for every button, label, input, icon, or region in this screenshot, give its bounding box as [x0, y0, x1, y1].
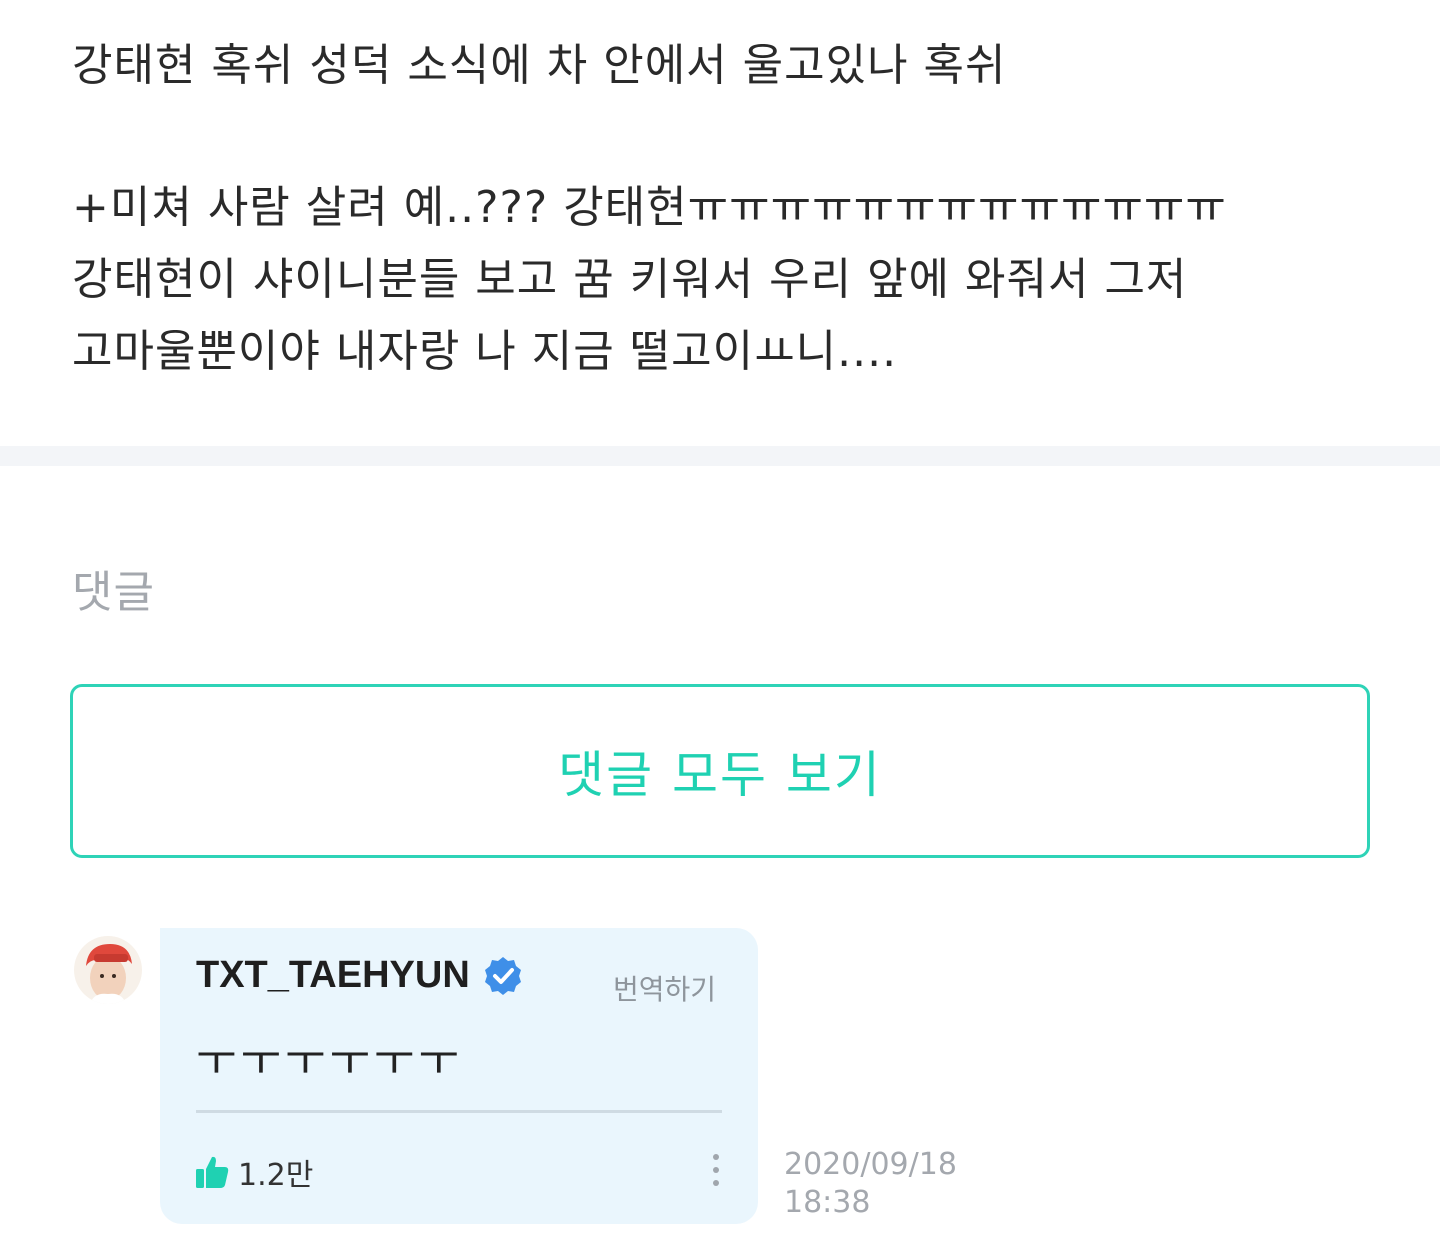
section-divider [0, 446, 1440, 466]
comment-date: 2020/09/18 [784, 1147, 957, 1182]
post-body: 강태현 혹쉬 성덕 소식에 차 안에서 울고있나 혹쉬 +미쳐 사람 살려 예.… [72, 30, 1372, 388]
comments-section-title: 댓글 [72, 567, 155, 618]
post-text-line: 고마울뿐이야 내자랑 나 지금 떨고이ㅛ니.... [72, 326, 898, 377]
comment-author[interactable]: TXT_TAEHYUN [196, 954, 524, 997]
avatar-image [74, 936, 142, 1004]
like-count: 1.2만 [238, 1158, 314, 1193]
thumbs-up-icon[interactable] [194, 1154, 230, 1190]
more-vertical-icon[interactable] [706, 1150, 726, 1190]
avatar[interactable] [74, 936, 142, 1004]
verified-badge-icon [484, 956, 521, 995]
post-text-line: 강태현 혹쉬 성덕 소식에 차 안에서 울고있나 혹쉬 [72, 40, 1007, 91]
post-blank-line [72, 102, 1372, 172]
post-text-line: 강태현이 샤이니분들 보고 꿈 키워서 우리 앞에 와줘서 그저 [72, 254, 1188, 305]
comment-author-name[interactable]: TXT_TAEHYUN [196, 954, 470, 997]
like-row[interactable]: 1.2만 [194, 1150, 313, 1194]
comment-time: 18:38 [784, 1185, 871, 1220]
comment-timestamp: 2020/09/18 18:38 [784, 1146, 957, 1222]
translate-link[interactable]: 번역하기 [613, 968, 716, 1008]
post-text-line: +미쳐 사람 살려 예..??? 강태현ㅠㅠㅠㅠㅠㅠㅠㅠㅠㅠㅠㅠㅠ [72, 182, 1227, 233]
comment-text: ㅜㅜㅜㅜㅜㅜ [196, 1035, 463, 1086]
comment-divider [196, 1110, 722, 1113]
comment-card: TXT_TAEHYUN 번역하기 ㅜㅜㅜㅜㅜㅜ 1.2만 [160, 928, 758, 1224]
view-all-comments-button[interactable]: 댓글 모두 보기 [70, 684, 1370, 858]
